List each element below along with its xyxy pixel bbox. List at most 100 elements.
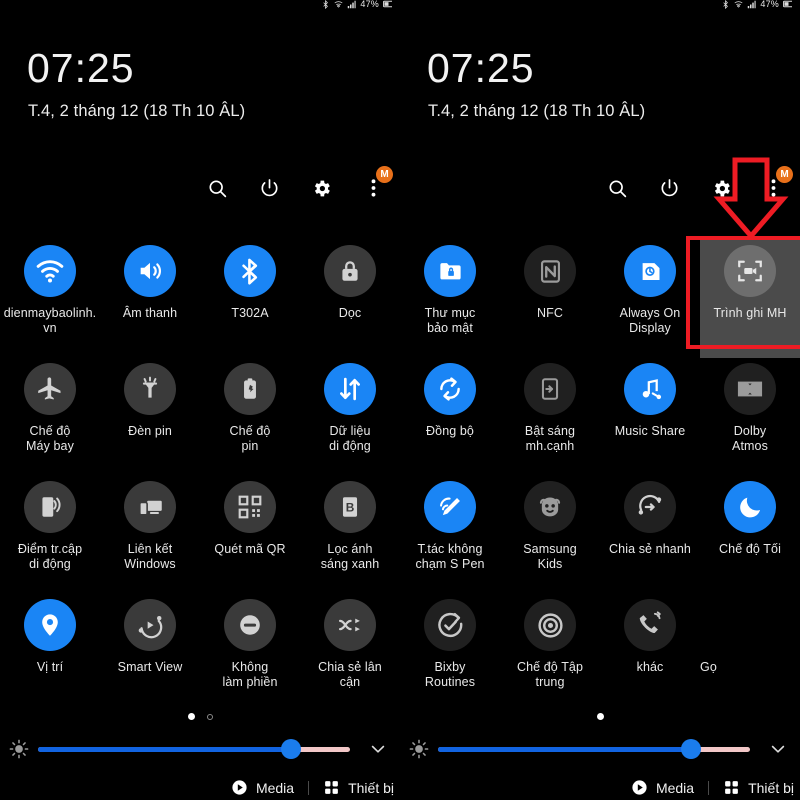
page-indicator-left[interactable] bbox=[0, 713, 400, 720]
tile-label: NFC bbox=[537, 306, 563, 320]
nearby-share-icon bbox=[324, 599, 376, 651]
tile-label: Music Share bbox=[614, 424, 686, 438]
quick-settings-grid-left: dienmaybaolinh.vn Âm thanh T302A Dọc Chế… bbox=[0, 240, 400, 712]
bluetooth-icon bbox=[721, 0, 730, 9]
clock-time: 07:25 bbox=[27, 45, 135, 91]
devices-button[interactable]: Thiết bị bbox=[323, 779, 394, 796]
tile-partial-cut-off[interactable]: Gọ bbox=[700, 594, 800, 712]
tile-label: Chế độ Máy bay bbox=[26, 424, 74, 453]
qr-scan-icon bbox=[224, 481, 276, 533]
cellular-signal-icon bbox=[347, 0, 356, 9]
tile-link-to-windows[interactable]: Liên kết Windows bbox=[100, 476, 200, 594]
tile-label: Lọc ánh sáng xanh bbox=[320, 542, 380, 571]
brightness-slider-thumb[interactable] bbox=[680, 739, 701, 759]
power-icon[interactable] bbox=[656, 175, 682, 201]
tile-nearby-share[interactable]: Chia sẻ lân cận bbox=[300, 594, 400, 712]
tile-secure-folder[interactable]: Thư mục bảo mật bbox=[400, 240, 500, 358]
media-button[interactable]: Media bbox=[631, 779, 694, 796]
grid-dots-icon bbox=[723, 779, 740, 796]
cellular-signal-icon bbox=[747, 0, 756, 9]
music-share-icon bbox=[624, 363, 676, 415]
tile-nfc[interactable]: NFC bbox=[500, 240, 600, 358]
tile-airplane-mode[interactable]: Chế độ Máy bay bbox=[0, 358, 100, 476]
tile-edge-lighting[interactable]: Bật sáng mh.cạnh bbox=[500, 358, 600, 476]
brightness-slider[interactable] bbox=[38, 739, 350, 759]
brightness-slider-thumb[interactable] bbox=[280, 739, 301, 759]
devices-label: Thiết bị bbox=[748, 779, 794, 796]
tile-sync[interactable]: Đồng bộ bbox=[400, 358, 500, 476]
tile-flashlight[interactable]: Đèn pin bbox=[100, 358, 200, 476]
tile-quick-share[interactable]: Chia sẻ nhanh bbox=[600, 476, 700, 594]
tile-wifi[interactable]: dienmaybaolinh.vn bbox=[0, 240, 100, 358]
edge-lighting-icon bbox=[524, 363, 576, 415]
tile-rotation-lock[interactable]: Dọc bbox=[300, 240, 400, 358]
annotation-arrow bbox=[713, 157, 789, 244]
tile-air-actions-spen[interactable]: T.tác không chạm S Pen bbox=[400, 476, 500, 594]
quick-share-icon bbox=[624, 481, 676, 533]
tile-call-sharing[interactable]: khác bbox=[600, 594, 700, 712]
tile-always-on-display[interactable]: Always On Display bbox=[600, 240, 700, 358]
tile-label: Chế độ Tập trung bbox=[516, 660, 584, 689]
tile-bixby-routines[interactable]: Bixby Routines bbox=[400, 594, 500, 712]
tile-focus-mode[interactable]: Chế độ Tập trung bbox=[500, 594, 600, 712]
tile-do-not-disturb[interactable]: Không làm phiền bbox=[200, 594, 300, 712]
tile-label: Dolby Atmos bbox=[732, 424, 768, 453]
tile-screen-recorder[interactable]: Trình ghi MH bbox=[700, 240, 800, 358]
brightness-icon bbox=[0, 738, 38, 760]
tile-label: Vị trí bbox=[36, 660, 64, 674]
brightness-icon bbox=[400, 738, 438, 760]
bottom-bar-left: Media Thiết bị bbox=[0, 775, 400, 800]
tile-blue-light-filter[interactable]: B Lọc ánh sáng xanh bbox=[300, 476, 400, 594]
tile-mobile-data[interactable]: Dữ liệu di động bbox=[300, 358, 400, 476]
search-icon[interactable] bbox=[604, 175, 630, 201]
tile-label: Dọc bbox=[338, 306, 362, 320]
devices-button[interactable]: Thiết bị bbox=[723, 779, 794, 796]
clock-time: 07:25 bbox=[427, 45, 535, 91]
tile-label: Gọ bbox=[700, 660, 717, 674]
always-on-display-icon bbox=[624, 245, 676, 297]
page-dot-active[interactable] bbox=[596, 713, 604, 720]
chevron-down-icon[interactable] bbox=[356, 739, 400, 759]
page-indicator-right[interactable] bbox=[400, 713, 800, 720]
battery-icon bbox=[383, 0, 392, 9]
tile-qr-scan[interactable]: Quét mã QR bbox=[200, 476, 300, 594]
brightness-slider[interactable] bbox=[438, 739, 750, 759]
tile-label: Quét mã QR bbox=[214, 542, 286, 556]
tile-smart-view[interactable]: Smart View bbox=[100, 594, 200, 712]
quick-settings-panel-right: 47% 07:25 T.4, 2 tháng 12 (18 Th 10 ÂL) … bbox=[400, 0, 800, 800]
menu-badge: M bbox=[376, 166, 393, 183]
battery-percent-label: 47% bbox=[360, 0, 379, 9]
dolby-atmos-icon bbox=[724, 363, 776, 415]
hotspot-icon bbox=[24, 481, 76, 533]
power-icon[interactable] bbox=[256, 175, 282, 201]
air-actions-spen-icon bbox=[424, 481, 476, 533]
brightness-row-right bbox=[400, 735, 800, 763]
wifi-signal-icon bbox=[734, 0, 743, 9]
tile-samsung-kids[interactable]: Samsung Kids bbox=[500, 476, 600, 594]
tile-location[interactable]: Vị trí bbox=[0, 594, 100, 712]
play-circle-icon bbox=[231, 779, 248, 796]
page-dot[interactable] bbox=[206, 713, 213, 720]
screen-recorder-icon bbox=[724, 245, 776, 297]
wifi-signal-icon bbox=[334, 0, 343, 9]
battery-percent-label: 47% bbox=[760, 0, 779, 9]
tile-music-share[interactable]: Music Share bbox=[600, 358, 700, 476]
page-dot-active[interactable] bbox=[187, 713, 195, 720]
tile-power-saving[interactable]: Chế độ pin bbox=[200, 358, 300, 476]
dark-mode-icon bbox=[724, 481, 776, 533]
bottom-bar-divider bbox=[708, 780, 710, 795]
overflow-menu-icon[interactable]: M bbox=[360, 166, 393, 201]
search-icon[interactable] bbox=[204, 175, 230, 201]
tile-sound[interactable]: Âm thanh bbox=[100, 240, 200, 358]
tile-mobile-hotspot[interactable]: Điểm tr.cập di động bbox=[0, 476, 100, 594]
chevron-down-icon[interactable] bbox=[756, 739, 800, 759]
clock-date: T.4, 2 tháng 12 (18 Th 10 ÂL) bbox=[28, 102, 246, 120]
empty-icon-slot bbox=[724, 599, 776, 651]
tile-bluetooth[interactable]: T302A bbox=[200, 240, 300, 358]
tile-dark-mode[interactable]: Chế độ Tối bbox=[700, 476, 800, 594]
media-button[interactable]: Media bbox=[231, 779, 294, 796]
tile-dolby-atmos[interactable]: Dolby Atmos bbox=[700, 358, 800, 476]
tile-label: Đèn pin bbox=[128, 424, 172, 438]
samsung-kids-icon bbox=[524, 481, 576, 533]
gear-icon[interactable] bbox=[308, 175, 334, 201]
